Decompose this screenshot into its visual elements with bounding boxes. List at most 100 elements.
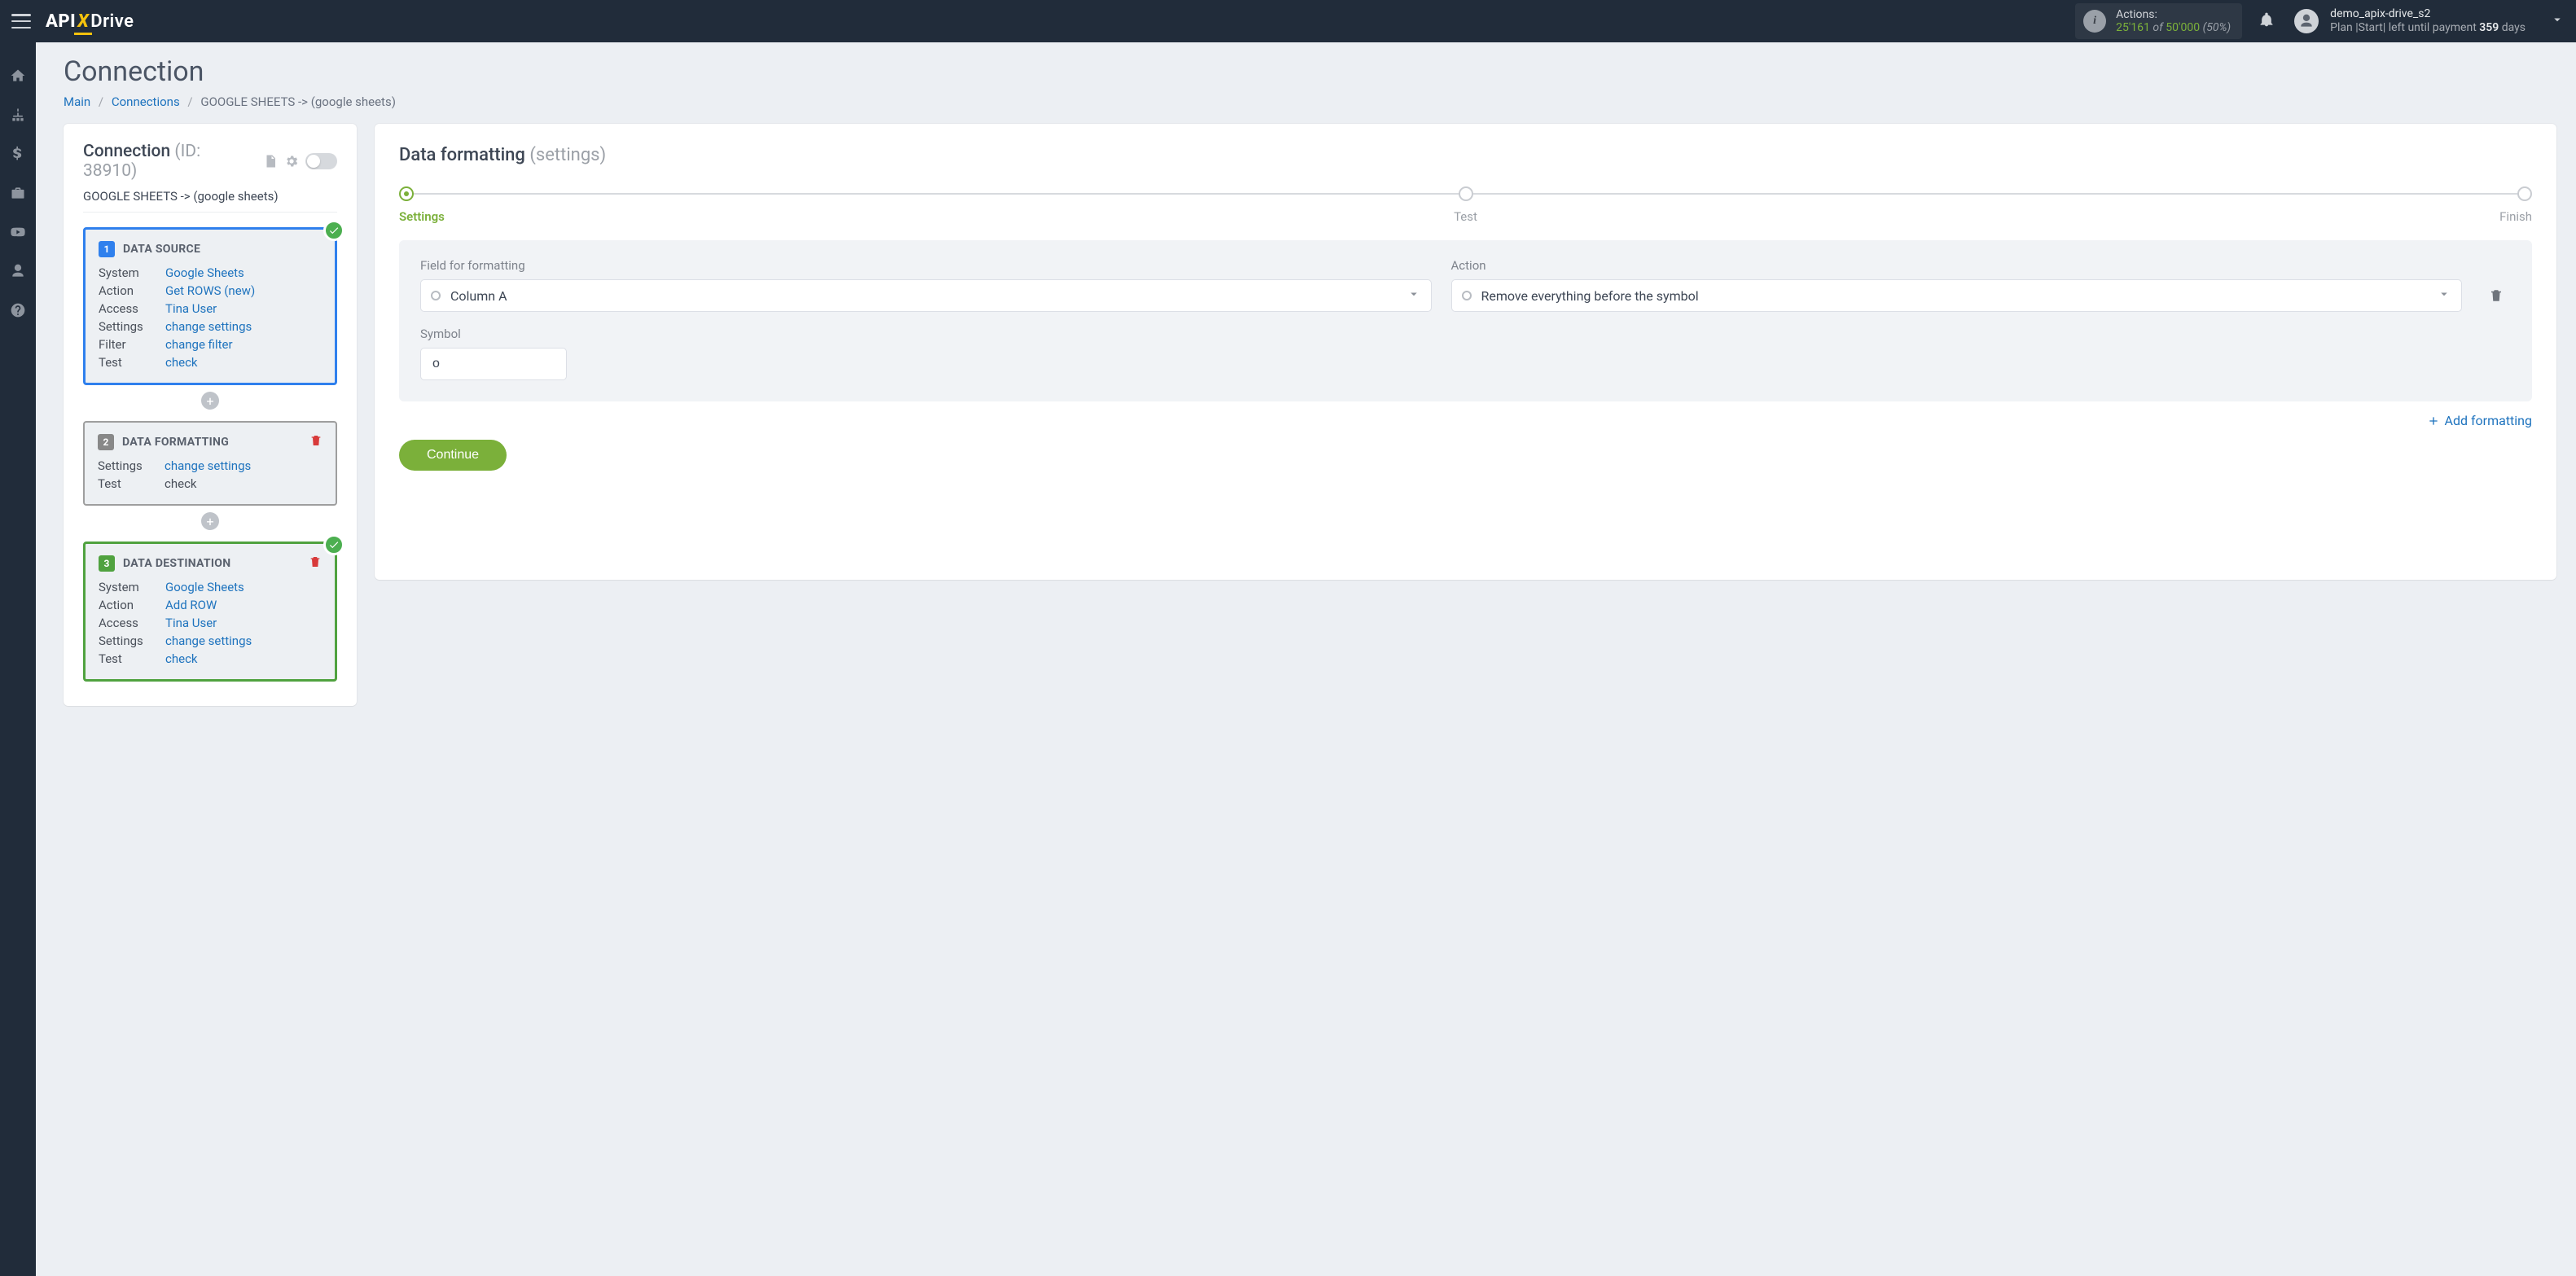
breadcrumb-current: GOOGLE SHEETS -> (google sheets) <box>200 94 396 109</box>
row-key: Test <box>98 476 165 491</box>
doc-icon[interactable] <box>263 154 278 169</box>
user-menu[interactable]: demo_apix-drive_s2 Plan |Start| left unt… <box>2294 7 2526 35</box>
destination-rows: SystemGoogle SheetsActionAdd ROWAccessTi… <box>99 580 322 666</box>
chevron-down-icon <box>1406 287 1421 305</box>
continue-button[interactable]: Continue <box>399 440 507 471</box>
trash-icon[interactable] <box>309 555 322 572</box>
symbol-input[interactable] <box>420 348 567 380</box>
chevron-down-icon <box>2437 287 2451 305</box>
stepper-item[interactable]: Test <box>1433 186 1499 235</box>
row-key: Access <box>99 301 165 316</box>
stepper-label: Finish <box>2499 209 2532 224</box>
radio-icon <box>1462 291 1472 300</box>
row-value: check <box>165 476 323 491</box>
formatting-rows: Settingschange settingsTestcheck <box>98 458 323 491</box>
nav-youtube-icon[interactable] <box>9 223 27 241</box>
source-rows: SystemGoogle SheetsActionGet ROWS (new)A… <box>99 265 322 370</box>
row-value[interactable]: change settings <box>165 458 323 473</box>
step-number: 3 <box>99 555 115 572</box>
side-nav <box>0 42 36 1276</box>
main-panel: Data formatting (settings) Settings Test F… <box>375 124 2556 580</box>
add-step-icon[interactable]: + <box>201 512 219 530</box>
settings-panel: Field for formatting Column A Action <box>399 240 2532 401</box>
step-number: 1 <box>99 241 115 257</box>
logo[interactable]: APIXDrive <box>46 11 134 32</box>
gear-icon[interactable] <box>284 154 299 169</box>
stepper-dots: Settings Test Finish <box>399 186 2532 235</box>
connection-sidebar: Connection (ID: 38910) GOOGLE SHEETS -> … <box>64 124 357 706</box>
chevron-down-icon[interactable] <box>2526 12 2565 30</box>
stepper-item[interactable]: Settings <box>399 186 464 235</box>
trash-icon[interactable] <box>309 434 323 450</box>
panel-title: Data formatting (settings) <box>399 145 2532 165</box>
stepper-item[interactable]: Finish <box>2467 186 2532 235</box>
check-icon <box>323 534 344 555</box>
step-data-formatting[interactable]: 2 DATA FORMATTING Settingschange setting… <box>83 421 337 506</box>
step-title: DATA DESTINATION <box>123 557 230 570</box>
row-value[interactable]: change settings <box>165 634 322 648</box>
connection-subtitle: GOOGLE SHEETS -> (google sheets) <box>83 189 337 213</box>
radio-icon <box>431 291 441 300</box>
check-icon <box>323 220 344 241</box>
breadcrumb: Main / Connections / GOOGLE SHEETS -> (g… <box>64 94 2556 109</box>
step-data-destination[interactable]: 3 DATA DESTINATION SystemGoogle SheetsAc… <box>83 542 337 682</box>
add-step-icon[interactable]: + <box>201 392 219 410</box>
row-value[interactable]: check <box>165 651 322 666</box>
breadcrumb-connections[interactable]: Connections <box>112 94 180 109</box>
field-select[interactable]: Column A <box>420 279 1432 312</box>
row-value[interactable]: Get ROWS (new) <box>165 283 322 298</box>
stepper-label: Test <box>1454 209 1477 224</box>
enable-toggle[interactable] <box>305 153 337 169</box>
nav-home-icon[interactable] <box>9 67 27 85</box>
page-title: Connection <box>64 55 2556 88</box>
nav-account-icon[interactable] <box>9 262 27 280</box>
field-label: Field for formatting <box>420 258 1432 273</box>
step-title: DATA FORMATTING <box>122 436 229 449</box>
row-key: Test <box>99 355 165 370</box>
step-data-source[interactable]: 1 DATA SOURCE SystemGoogle SheetsActionG… <box>83 227 337 385</box>
top-bar: APIXDrive i Actions: 25'161 of 50'000 (5… <box>0 0 2576 42</box>
stepper-dot-icon <box>2517 186 2532 201</box>
content: Connection Main / Connections / GOOGLE S… <box>36 42 2576 1276</box>
stepper-label: Settings <box>399 209 445 224</box>
row-key: Test <box>99 651 165 666</box>
user-lines: demo_apix-drive_s2 Plan |Start| left unt… <box>2330 7 2526 35</box>
stepper-dot-icon <box>1459 186 1473 201</box>
row-value[interactable]: change filter <box>165 337 322 352</box>
action-select[interactable]: Remove everything before the symbol <box>1451 279 2463 312</box>
breadcrumb-main[interactable]: Main <box>64 94 90 109</box>
nav-billing-icon[interactable] <box>9 145 27 163</box>
row-key: Settings <box>99 319 165 334</box>
logo-part-api: API <box>46 11 76 32</box>
symbol-label: Symbol <box>420 327 567 341</box>
row-key: System <box>99 580 165 594</box>
row-value[interactable]: Tina User <box>165 301 322 316</box>
row-value[interactable]: Tina User <box>165 616 322 630</box>
logo-part-x: X <box>76 11 90 32</box>
nav-help-icon[interactable] <box>9 301 27 319</box>
row-value[interactable]: Google Sheets <box>165 580 322 594</box>
row-key: Action <box>99 283 165 298</box>
row-key: Access <box>99 616 165 630</box>
avatar-icon <box>2294 9 2319 33</box>
step-number: 2 <box>98 434 114 450</box>
actions-text: Actions: 25'161 of 50'000 (50%) <box>2116 8 2231 34</box>
stepper-dot-icon <box>399 186 414 201</box>
menu-toggle-icon[interactable] <box>11 14 31 29</box>
row-key: Settings <box>99 634 165 648</box>
row-key: Action <box>99 598 165 612</box>
notifications-icon[interactable] <box>2258 11 2275 31</box>
nav-briefcase-icon[interactable] <box>9 184 27 202</box>
nav-sitemap-icon[interactable] <box>9 106 27 124</box>
row-key: System <box>99 265 165 280</box>
row-value[interactable]: check <box>165 355 322 370</box>
row-value[interactable]: change settings <box>165 319 322 334</box>
delete-row-icon[interactable] <box>2482 281 2511 310</box>
logo-part-drive: Drive <box>90 11 134 32</box>
row-value[interactable]: Add ROW <box>165 598 322 612</box>
add-formatting-link[interactable]: Add formatting <box>2427 413 2532 428</box>
row-value[interactable]: Google Sheets <box>165 265 322 280</box>
actions-counter[interactable]: i Actions: 25'161 of 50'000 (50%) <box>2075 3 2242 39</box>
connection-heading: Connection (ID: 38910) <box>83 142 257 181</box>
stepper: Settings Test Finish <box>399 186 2532 235</box>
